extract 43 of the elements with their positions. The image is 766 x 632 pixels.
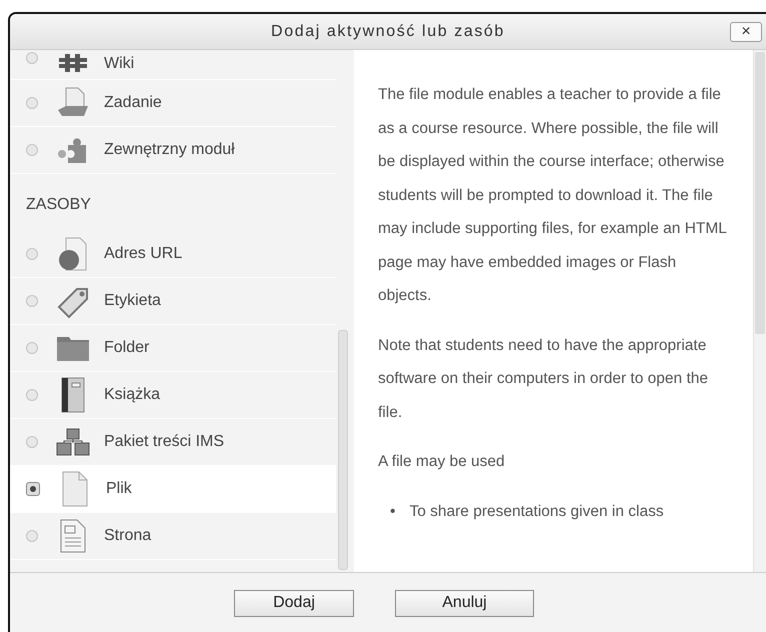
radio-button[interactable] (26, 52, 38, 64)
radio-button[interactable] (26, 97, 38, 109)
radio-button[interactable] (26, 144, 38, 156)
chooser-item[interactable]: Folder (10, 325, 336, 372)
bullet-text: To share presentations given in class (409, 502, 664, 522)
description-paragraph: Note that students need to have the appropriate software on their computers in order to open the file. (378, 336, 709, 422)
chooser-item[interactable]: Wiki (10, 50, 336, 80)
radio-button[interactable] (26, 342, 38, 354)
bullet-marker: • (390, 502, 396, 522)
item-label: Plik (106, 480, 132, 498)
item-label: Strona (104, 527, 152, 545)
description-paragraph: The file module enables a teacher to provide a file as a course resource. Where possible, the file will be displayed within the course interface; otherwise students will be prompted to download it. The file may include supporting files, for example an HTML page may have embedded images or Flash objects. (378, 85, 728, 306)
item-label: Książka (104, 386, 160, 404)
chooser-item[interactable]: Adres URL (10, 231, 336, 278)
item-label: Adres URL (104, 245, 182, 263)
item-label: Zadanie (104, 94, 162, 112)
chooser-item[interactable]: Plik (10, 466, 336, 513)
chooser-item[interactable]: Etykieta (10, 278, 336, 325)
description-paragraph: A file may be used (378, 452, 506, 472)
item-label: Wiki (104, 55, 134, 73)
section-heading: ZASOBY (26, 196, 91, 214)
boxes-icon (55, 427, 91, 457)
radio-button[interactable] (26, 295, 38, 307)
item-label: Zewnętrzny moduł (104, 141, 235, 159)
window-title: Dodaj aktywność lub zasób (271, 22, 505, 40)
page-icon (58, 518, 88, 554)
radio-button[interactable] (26, 436, 38, 448)
item-label: Pakiet treści IMS (104, 433, 224, 451)
radio-button[interactable] (26, 530, 38, 542)
chooser-item[interactable]: Zewnętrzny moduł (10, 127, 336, 174)
radio-button[interactable] (26, 482, 40, 496)
radio-button[interactable] (26, 248, 38, 260)
file-icon (60, 470, 90, 508)
add-button[interactable]: Dodaj (234, 590, 354, 616)
chooser-item[interactable]: Strona (10, 513, 336, 560)
chooser-item[interactable]: Zadanie (10, 80, 336, 127)
scrollbar-thumb[interactable] (338, 330, 348, 570)
item-label: Folder (104, 339, 150, 357)
cancel-button[interactable]: Anuluj (395, 590, 534, 616)
close-button[interactable]: × (730, 22, 762, 42)
item-label: Etykieta (104, 292, 161, 310)
chooser-item[interactable]: Książka (10, 372, 336, 419)
radio-button[interactable] (26, 389, 38, 401)
